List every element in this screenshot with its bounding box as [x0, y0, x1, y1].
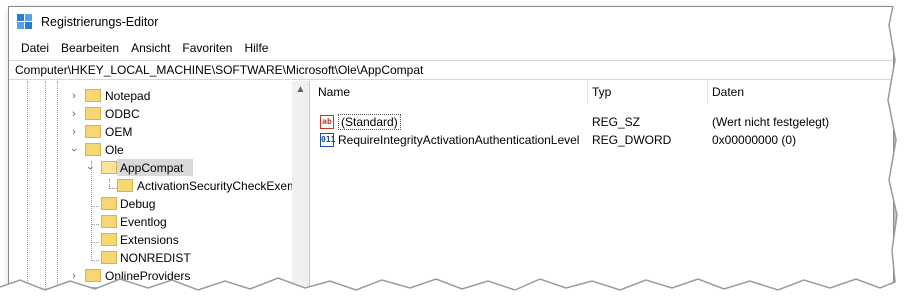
value-row[interactable]: ab (Standard) REG_SZ (Wert nicht festgel…	[314, 113, 893, 131]
menu-datei[interactable]: Datei	[15, 41, 55, 55]
tree-item-nonredist[interactable]: NONREDIST	[9, 249, 289, 267]
folder-icon	[117, 179, 133, 192]
binary-value-icon: 011	[320, 133, 335, 147]
tree-item-label: Debug	[120, 197, 156, 211]
value-type: REG_DWORD	[592, 133, 672, 147]
tree-scrollbar[interactable]: ▲	[292, 81, 309, 297]
tree-item-label: Eventlog	[120, 215, 167, 229]
registry-editor-window: Registrierungs-Editor Datei Bearbeiten A…	[8, 6, 894, 298]
value-name: (Standard)	[338, 114, 401, 130]
menu-hilfe[interactable]: Hilfe	[238, 41, 274, 55]
folder-icon	[85, 287, 101, 297]
chevron-right-icon[interactable]: ›	[67, 267, 81, 285]
column-header-type[interactable]: Typ	[588, 81, 708, 103]
tree-item-appcompat[interactable]: › AppCompat	[9, 159, 289, 177]
tree-item-notepad[interactable]: › Notepad	[9, 87, 289, 105]
tree-item-outlookexpress[interactable]: › OutlookExpress	[9, 285, 289, 297]
tree-item-debug[interactable]: Debug	[9, 195, 289, 213]
tree-item-label: NONREDIST	[120, 251, 191, 265]
tree-item-label: OutlookExpress	[105, 287, 190, 297]
scroll-up-arrow-icon[interactable]: ▲	[292, 81, 309, 98]
tree-item-ole[interactable]: › Ole	[9, 141, 289, 159]
menu-favoriten[interactable]: Favoriten	[176, 41, 238, 55]
tree-item-activationsecuritycheck[interactable]: ActivationSecurityCheckExem	[9, 177, 297, 195]
tree-item-oem[interactable]: › OEM	[9, 123, 289, 141]
value-name-cell: (Standard)	[338, 113, 401, 131]
chevron-down-icon[interactable]: ›	[81, 161, 99, 175]
value-type: REG_SZ	[592, 115, 641, 129]
tree-item-label: OEM	[105, 125, 133, 139]
address-path[interactable]: Computer\HKEY_LOCAL_MACHINE\SOFTWARE\Mic…	[15, 63, 423, 77]
tree-item-label: ODBC	[105, 107, 140, 121]
menu-ansicht[interactable]: Ansicht	[125, 41, 176, 55]
window-title: Registrierungs-Editor	[41, 15, 159, 29]
folder-icon	[101, 197, 117, 210]
chevron-right-icon[interactable]: ›	[67, 87, 81, 105]
values-pane: Name Typ Daten ab (Standard) REG_SZ (Wer…	[314, 81, 893, 297]
open-folder-icon	[101, 161, 117, 174]
tree-item-label: ActivationSecurityCheckExem	[137, 179, 298, 193]
menu-bar: Datei Bearbeiten Ansicht Favoriten Hilfe	[9, 38, 274, 58]
title-bar: Registrierungs-Editor	[9, 7, 893, 37]
string-value-icon: ab	[320, 115, 334, 129]
tree-item-label: Ole	[105, 143, 124, 157]
chevron-right-icon[interactable]: ›	[67, 123, 81, 141]
tree-item-onlineproviders[interactable]: › OnlineProviders	[9, 267, 289, 285]
tree-item-label: Notepad	[105, 89, 151, 103]
chevron-right-icon[interactable]: ›	[67, 285, 81, 297]
tree-item-label: AppCompat	[120, 161, 184, 175]
tree-item-odbc[interactable]: › ODBC	[9, 105, 289, 123]
tree-item-extensions[interactable]: Extensions	[9, 231, 289, 249]
folder-icon	[85, 89, 101, 102]
tree-item-eventlog[interactable]: Eventlog	[9, 213, 289, 231]
column-header-data[interactable]: Daten	[708, 81, 893, 103]
folder-icon	[101, 233, 117, 246]
tree-item-label: Extensions	[120, 233, 179, 247]
tree-item-label: OnlineProviders	[105, 269, 191, 283]
value-data: (Wert nicht festgelegt)	[712, 115, 830, 129]
menu-bearbeiten[interactable]: Bearbeiten	[55, 41, 125, 55]
folder-icon	[85, 269, 101, 282]
column-header-name[interactable]: Name	[314, 81, 588, 103]
key-tree-pane: › Notepad › ODBC › OEM › Ole › AppCompat	[9, 81, 310, 297]
address-bar[interactable]: Computer\HKEY_LOCAL_MACHINE\SOFTWARE\Mic…	[9, 60, 893, 80]
folder-icon	[85, 107, 101, 120]
folder-icon	[85, 125, 101, 138]
folder-icon	[101, 251, 117, 264]
folder-icon	[101, 215, 117, 228]
value-data: 0x00000000 (0)	[712, 133, 797, 147]
value-row[interactable]: 011 RequireIntegrityActivationAuthentica…	[314, 131, 893, 149]
folder-icon	[85, 143, 101, 156]
value-name: RequireIntegrityActivationAuthentication…	[338, 133, 580, 147]
registry-editor-icon	[17, 14, 33, 30]
chevron-down-icon[interactable]: ›	[65, 143, 83, 157]
chevron-right-icon[interactable]: ›	[67, 105, 81, 123]
